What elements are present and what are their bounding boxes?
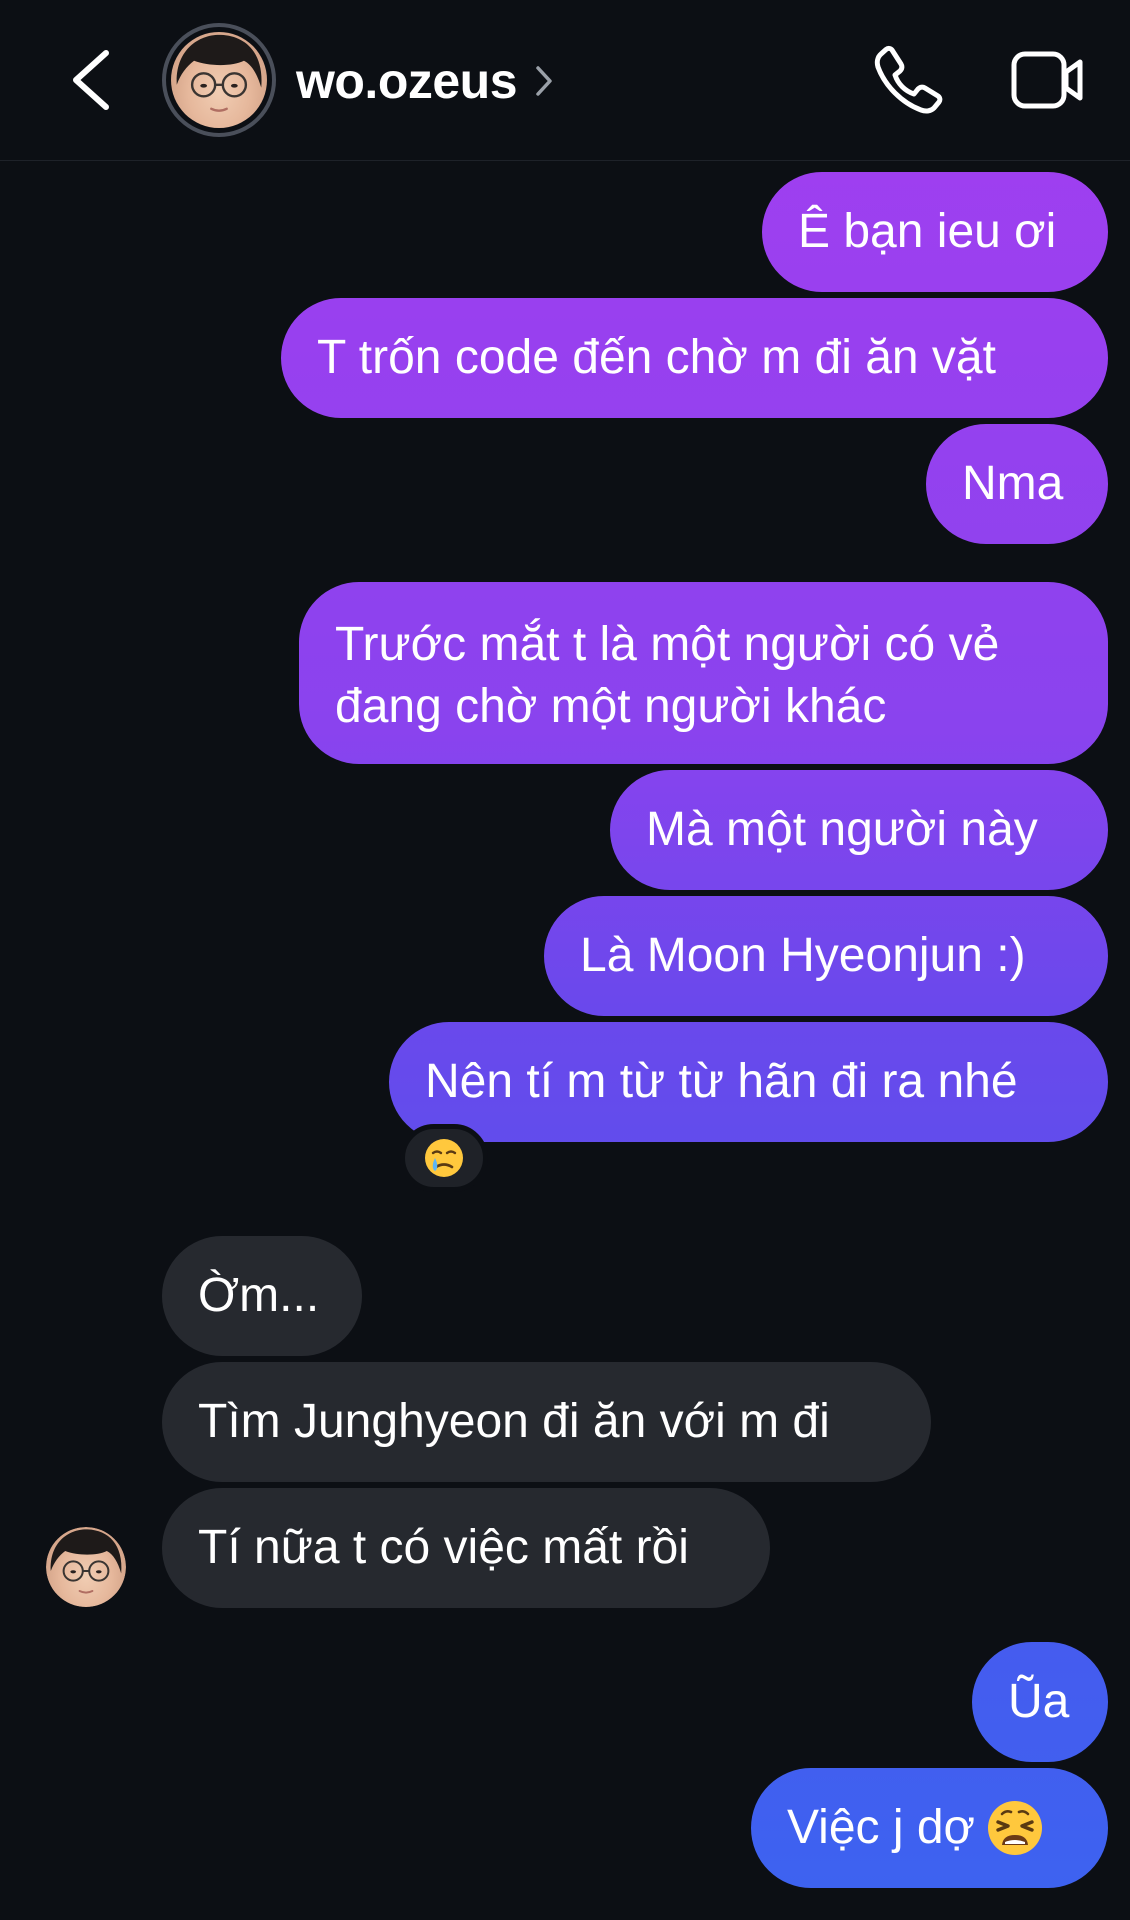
back-button[interactable] — [62, 45, 122, 115]
message-text: Nma — [962, 457, 1064, 510]
crying-face-emoji-icon — [425, 1139, 463, 1177]
sent-message-bubble[interactable]: Ũa — [972, 1642, 1108, 1762]
sent-message-bubble[interactable]: Nên tí m từ từ hãn đi ra nhé — [389, 1022, 1108, 1142]
sent-message-bubble[interactable]: Là Moon Hyeonjun :) — [544, 896, 1108, 1016]
message-text: Mà một người này — [646, 803, 1038, 856]
sent-message-bubble[interactable]: Ê bạn ieu ơi — [762, 172, 1108, 292]
chat-header: wo.ozeus — [0, 0, 1130, 161]
contact-avatar[interactable] — [162, 23, 276, 137]
received-message-bubble[interactable]: Tìm Junghyeon đi ăn với m đi — [162, 1362, 931, 1482]
avatar-image — [50, 1529, 122, 1594]
chevron-left-icon — [73, 50, 109, 110]
message-text: Tìm Junghyeon đi ăn với m đi — [198, 1395, 830, 1448]
received-message-bubble[interactable]: Ờm... — [162, 1236, 362, 1356]
contact-username: wo.ozeus — [296, 53, 518, 109]
message-text: Trước mắt t là một người có vẻ đang chờ … — [335, 618, 1000, 733]
message-text: T trốn code đến chờ m đi ăn vặt — [317, 331, 996, 384]
sent-message-bubble[interactable]: Mà một người này — [610, 770, 1108, 890]
message-text: Là Moon Hyeonjun :) — [580, 929, 1026, 982]
sent-message-bubble[interactable]: Trước mắt t là một người có vẻ đang chờ … — [299, 582, 1108, 764]
sent-message-bubble[interactable]: Nma — [926, 424, 1108, 544]
message-text: Tí nữa t có việc mất rồi — [198, 1521, 689, 1574]
video-call-button[interactable] — [1010, 48, 1086, 112]
message-text: Ũa — [1008, 1675, 1070, 1728]
message-text: Nên tí m từ từ hãn đi ra nhé — [425, 1055, 1018, 1108]
sent-message-bubble[interactable]: Việc j dợ — [751, 1768, 1108, 1888]
message-text: Ê bạn ieu ơi — [798, 205, 1057, 258]
phone-icon — [874, 45, 943, 114]
received-message-bubble[interactable]: Tí nữa t có việc mất rồi — [162, 1488, 770, 1608]
sent-message-bubble[interactable]: T trốn code đến chờ m đi ăn vặt — [281, 298, 1108, 418]
audio-call-button[interactable] — [872, 44, 944, 116]
contact-profile-link[interactable]: wo.ozeus — [296, 48, 555, 114]
message-reaction[interactable] — [400, 1124, 488, 1192]
message-text: Việc j dợ — [787, 1801, 976, 1854]
avatar-image — [176, 34, 262, 112]
message-thread[interactable]: Ê bạn ieu ơi T trốn code đến chờ m đi ăn… — [0, 0, 1130, 1920]
weary-face-emoji-icon — [985, 1798, 1045, 1858]
chevron-right-icon — [533, 61, 555, 101]
sender-avatar[interactable] — [46, 1527, 126, 1607]
video-camera-icon — [1011, 51, 1083, 109]
message-text: Ờm... — [198, 1269, 320, 1322]
